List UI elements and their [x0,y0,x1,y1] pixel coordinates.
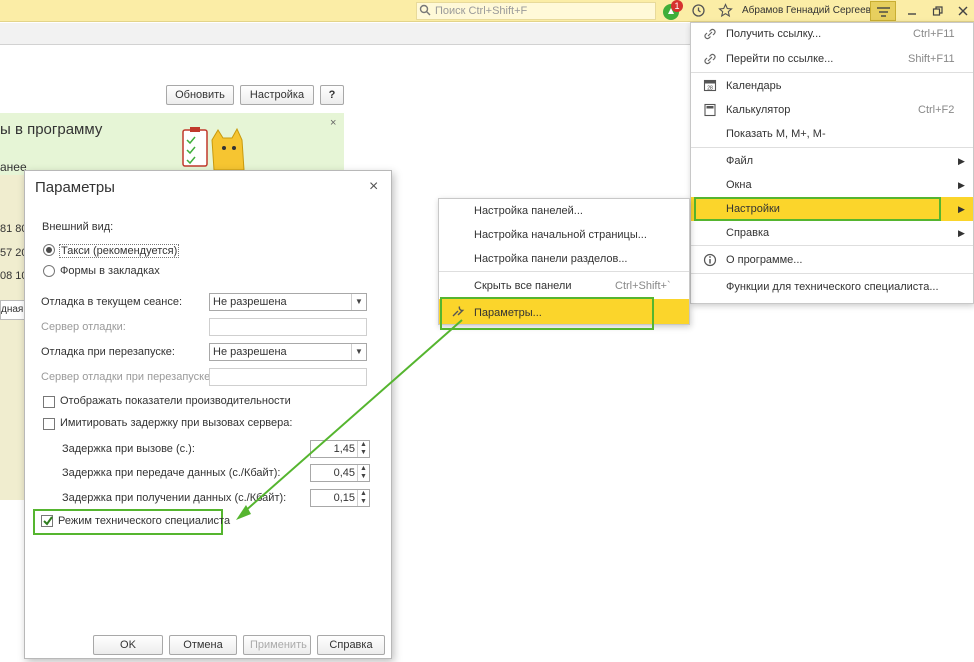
submenu-parameters[interactable]: Параметры... [474,307,542,319]
link-icon [704,28,716,40]
calendar-icon: 28 [703,79,717,92]
notification-badge: 1 [671,0,683,12]
menu-separator [691,147,973,148]
user-name[interactable]: Абрамов Геннадий Сергеевич [742,5,882,16]
banner-subtitle: анее [0,160,27,174]
menu-windows[interactable]: Окна [726,179,752,191]
perf-checkbox[interactable] [43,396,55,408]
shortcut-get-link: Ctrl+F11 [913,28,955,40]
menu-get-link[interactable]: Получить ссылку... [726,28,821,40]
submenu-sections-panel[interactable]: Настройка панели разделов... [474,253,627,265]
favorites-star-icon[interactable] [718,3,733,18]
tech-mode-label[interactable]: Режим технического специалиста [58,515,230,527]
restore-icon[interactable] [932,5,944,17]
submenu-arrow-icon: ▶ [958,204,965,214]
spin-arrows-icon[interactable]: ▲ ▼ [357,490,369,506]
delay-recv-value: 0,15 [333,492,355,504]
menu-separator [691,273,973,274]
radio-tabs-label[interactable]: Формы в закладках [60,265,160,277]
submenu-arrow-icon: ▶ [958,228,965,238]
debug-restart-select[interactable]: Не разрешена ▼ [209,343,367,361]
submenu-hide-panels[interactable]: Скрыть все панели [474,280,571,292]
parameters-annotation-box [440,297,654,330]
delay-recv-label: Задержка при получении данных (с./Кбайт)… [62,492,287,504]
banner-close-icon[interactable]: × [330,117,336,129]
debug-restart-value: Не разрешена [213,346,287,358]
submenu-panels[interactable]: Настройка панелей... [474,205,583,217]
menu-settings[interactable]: Настройки [726,203,780,215]
debug-restart-server-label: Сервер отладки при перезапуске: [41,371,214,383]
tech-mode-checkbox[interactable] [41,515,53,527]
delay-send-value: 0,45 [333,467,355,479]
chevron-down-icon[interactable]: ▼ [351,294,366,310]
menu-file[interactable]: Файл [726,155,753,167]
ok-button[interactable]: OK [93,635,163,655]
refresh-button[interactable]: Обновить [166,85,234,105]
help-button[interactable]: ? [320,85,344,105]
info-icon [703,253,717,267]
shortcut-calculator: Ctrl+F2 [918,104,955,116]
form-settings-button[interactable]: Настройка [240,85,314,105]
delay-recv-field[interactable]: 0,15 ▲ ▼ [310,489,370,507]
menu-separator [691,72,973,73]
radio-taxi[interactable] [43,244,55,256]
submenu-arrow-icon: ▶ [958,156,965,166]
dialog-title: Параметры [35,179,115,196]
menu-about[interactable]: О программе... [726,254,802,266]
menu-calculator[interactable]: Калькулятор [726,104,790,116]
history-icon[interactable] [691,3,706,18]
cancel-button[interactable]: Отмена [169,635,237,655]
debug-session-label: Отладка в текущем сеансе: [41,296,183,308]
debug-server-label: Сервер отладки: [41,321,126,333]
banner-cat-illustration-icon [182,127,245,171]
radio-taxi-label[interactable]: Такси (рекомендуется) [59,244,180,258]
appearance-label: Внешний вид: [42,221,114,233]
apply-button[interactable]: Применить [243,635,311,655]
perf-label[interactable]: Отображать показатели производительности [60,395,291,407]
follow-link-icon [704,53,716,65]
help-dialog-button[interactable]: Справка [317,635,385,655]
chevron-down-icon[interactable]: ▼ [351,344,366,360]
main-menu-button[interactable] [870,1,896,21]
delay-call-value: 1,45 [333,443,355,455]
wrench-icon [452,306,465,317]
menu-help[interactable]: Справка [726,227,769,239]
shortcut-hide-panels: Ctrl+Shift+` [615,280,671,292]
imitate-delay-checkbox[interactable] [43,418,55,430]
debug-session-value: Не разрешена [213,296,287,308]
submenu-arrow-icon: ▶ [958,180,965,190]
spin-arrows-icon[interactable]: ▲ ▼ [357,441,369,457]
spin-arrows-icon[interactable]: ▲ ▼ [357,465,369,481]
close-window-icon[interactable] [957,5,969,17]
calculator-icon [704,103,716,117]
debug-restart-label: Отладка при перезапуске: [41,346,175,358]
submenu-home-page[interactable]: Настройка начальной страницы... [474,229,647,241]
imitate-delay-label[interactable]: Имитировать задержку при вызовах сервера… [60,417,292,429]
search-icon [419,4,431,16]
dialog-close-icon[interactable]: × [369,178,378,196]
svg-text:28: 28 [707,86,713,92]
background-field: дная [0,300,26,320]
banner-title: ы в программу [0,121,103,138]
menu-show-m[interactable]: Показать M, M+, M- [726,128,826,140]
menu-tech-functions[interactable]: Функции для технического специалиста... [726,281,939,293]
menu-go-link[interactable]: Перейти по ссылке... [726,53,833,65]
menu-calendar[interactable]: Календарь [726,80,782,92]
checkmark-icon [43,516,53,526]
menu-separator [691,245,973,246]
open-windows-strip [0,23,690,45]
search-input[interactable]: Поиск Ctrl+Shift+F [416,2,656,20]
debug-session-select[interactable]: Не разрешена ▼ [209,293,367,311]
hamburger-icon [877,7,890,17]
delay-call-label: Задержка при вызове (с.): [62,443,195,455]
delay-send-label: Задержка при передаче данных (с./Кбайт): [62,467,281,479]
radio-tabs[interactable] [43,265,55,277]
debug-restart-server-input[interactable] [209,368,367,386]
minimize-icon[interactable] [906,5,918,17]
delay-send-field[interactable]: 0,45 ▲ ▼ [310,464,370,482]
menu-separator [439,271,689,272]
shortcut-go-link: Shift+F11 [908,53,955,65]
delay-call-field[interactable]: 1,45 ▲ ▼ [310,440,370,458]
debug-server-input[interactable] [209,318,367,336]
